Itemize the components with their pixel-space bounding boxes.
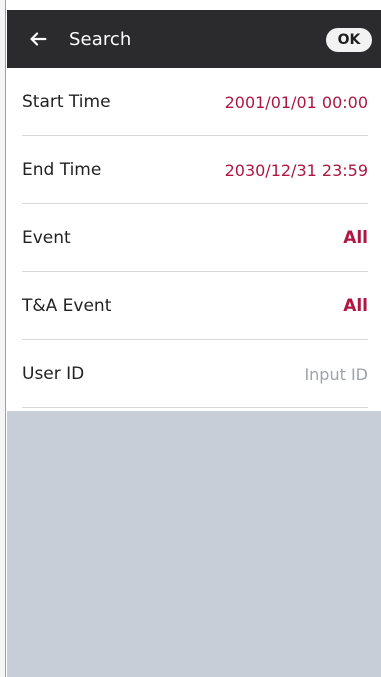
user-id-input[interactable]: Input ID — [304, 340, 368, 408]
row-divider — [22, 407, 368, 408]
left-border — [0, 0, 6, 677]
page-title: Search — [69, 28, 132, 50]
ta-event-row[interactable]: T&A Event All — [7, 272, 381, 340]
back-arrow-icon — [27, 28, 49, 50]
ok-button[interactable]: OK — [326, 28, 372, 52]
start-time-value[interactable]: 2001/01/01 00:00 — [225, 68, 368, 136]
event-label: Event — [22, 228, 71, 248]
ta-event-value[interactable]: All — [343, 272, 368, 340]
user-id-row[interactable]: User ID Input ID — [7, 340, 381, 408]
end-time-value[interactable]: 2030/12/31 23:59 — [225, 136, 368, 204]
event-row[interactable]: Event All — [7, 204, 381, 272]
back-button[interactable] — [17, 18, 59, 60]
end-time-label: End Time — [22, 160, 102, 180]
user-id-label: User ID — [22, 364, 85, 384]
search-screen: Search OK Start Time 2001/01/01 00:00 En… — [0, 0, 381, 677]
start-time-label: Start Time — [22, 92, 111, 112]
start-time-row[interactable]: Start Time 2001/01/01 00:00 — [7, 68, 381, 136]
search-form: Start Time 2001/01/01 00:00 End Time 203… — [7, 68, 381, 411]
event-value[interactable]: All — [343, 204, 368, 272]
end-time-row[interactable]: End Time 2030/12/31 23:59 — [7, 136, 381, 204]
top-bar: Search OK — [7, 10, 381, 68]
empty-area — [7, 411, 381, 677]
ta-event-label: T&A Event — [22, 296, 112, 316]
